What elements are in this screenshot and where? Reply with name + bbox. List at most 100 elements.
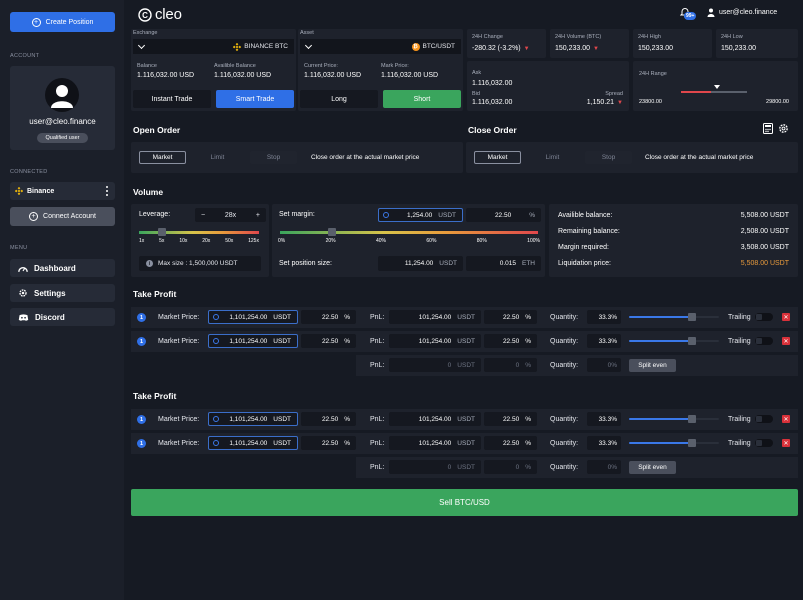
max-size-text: Max size : 1,500,000 USDT <box>158 260 238 267</box>
market-price-percent-input[interactable]: 22.50% <box>301 334 356 348</box>
exchange-select[interactable]: BINANCE BTC <box>133 39 294 54</box>
margin-slider[interactable] <box>280 228 538 236</box>
quantity-input[interactable]: 33.3% <box>587 310 621 324</box>
quantity-slider-thumb[interactable] <box>688 337 696 345</box>
margin-slider-thumb[interactable] <box>327 228 336 236</box>
logo[interactable]: C cleo <box>138 6 182 23</box>
summary-pnl-percent: 0% <box>484 460 537 474</box>
close-icon[interactable]: ✕ <box>782 415 790 423</box>
quantity-input[interactable]: 33.3% <box>587 334 621 348</box>
quantity-slider[interactable] <box>629 337 719 345</box>
connected-exchange-binance[interactable]: Binance <box>10 182 115 200</box>
margin-percent-input[interactable]: 22.50 % <box>466 208 541 222</box>
quantity-slider-thumb[interactable] <box>688 439 696 447</box>
quantity-label: Quantity: <box>550 314 579 321</box>
open-order-tab-market[interactable]: Market <box>139 151 186 164</box>
position-size-unit: USDT <box>439 260 457 267</box>
quantity-slider-thumb[interactable] <box>688 415 696 423</box>
close-order-tab-stop[interactable]: Stop <box>585 151 632 164</box>
open-order-tab-stop[interactable]: Stop <box>250 151 297 164</box>
leverage-panel: Leverage: − 28x + 1x 5x 10x 20x 50x 125x… <box>131 204 269 277</box>
summary-pnl: 0 USDT <box>389 460 481 474</box>
notification-button[interactable]: 99+ <box>679 7 697 20</box>
summary-pnl: 0 USDT <box>389 358 481 372</box>
menu-item-discord[interactable]: Discord <box>10 308 115 326</box>
avatar[interactable] <box>45 78 79 112</box>
open-order-tab-limit[interactable]: Limit <box>194 151 241 164</box>
split-even-button[interactable]: Split even <box>629 461 676 474</box>
market-price-input[interactable]: 1,101,254.00 USDT <box>208 334 298 348</box>
balance-value: 1.116,032.00 USD <box>137 72 195 79</box>
quantity-label: Quantity: <box>550 338 579 345</box>
margin-value: 1,254.00 <box>406 211 433 219</box>
menu-item-settings[interactable]: Settings <box>10 284 115 302</box>
trailing-toggle[interactable] <box>755 439 773 447</box>
smart-trade-tab[interactable]: Smart Trade <box>216 90 294 108</box>
pnl-input[interactable]: 101,254.00 USDT <box>389 310 481 324</box>
bid-label: Bid <box>472 91 480 97</box>
market-price-percent-input[interactable]: 22.50% <box>301 412 356 426</box>
pnl-input[interactable]: 101,254.00 USDT <box>389 436 481 450</box>
bid-value: 1.116,032.00 <box>472 99 513 106</box>
quantity-slider[interactable] <box>629 439 719 447</box>
market-price-input[interactable]: 1,101,254.00 USDT <box>208 310 298 324</box>
pnl-percent-input[interactable]: 22.50% <box>484 310 537 324</box>
market-price-percent-input[interactable]: 22.50% <box>301 310 356 324</box>
quantity-input[interactable]: 33.3% <box>587 436 621 450</box>
more-vertical-icon[interactable] <box>106 186 108 196</box>
available-balance-label: Availible Balance <box>214 63 256 69</box>
leverage-stepper[interactable]: − 28x + <box>195 208 266 222</box>
close-order-tab-limit[interactable]: Limit <box>529 151 576 164</box>
margin-input[interactable]: 1,254.00 USDT <box>378 208 463 222</box>
menu-item-dashboard[interactable]: Dashboard <box>10 259 115 277</box>
quantity-slider-thumb[interactable] <box>688 313 696 321</box>
position-size-input[interactable]: 11,254.00 USDT <box>378 256 463 271</box>
close-order-tab-market[interactable]: Market <box>474 151 521 164</box>
leverage-value: 28x <box>224 211 237 219</box>
pnl-input[interactable]: 101,254.00 USDT <box>389 334 481 348</box>
row-number-badge: 1 <box>137 313 146 322</box>
close-icon[interactable]: ✕ <box>782 337 790 345</box>
minus-icon[interactable]: − <box>201 212 205 219</box>
close-icon[interactable]: ✕ <box>782 439 790 447</box>
long-button[interactable]: Long <box>300 90 378 108</box>
split-even-button[interactable]: Split even <box>629 359 676 372</box>
close-icon[interactable]: ✕ <box>782 313 790 321</box>
pnl-percent-input[interactable]: 22.50% <box>484 436 537 450</box>
instant-trade-tab[interactable]: Instant Trade <box>133 90 211 108</box>
position-eth-input[interactable]: 0.015 ETH <box>466 256 541 271</box>
leverage-slider-thumb[interactable] <box>157 228 166 236</box>
available-balance-summary-label: Availible balance: <box>558 212 613 219</box>
market-price-unit: USDT <box>273 337 291 345</box>
plus-icon[interactable]: + <box>256 212 260 219</box>
leverage-slider[interactable] <box>139 228 259 236</box>
trailing-toggle[interactable] <box>755 415 773 423</box>
spread-label: Spread <box>605 91 623 97</box>
pnl-percent-input[interactable]: 22.50% <box>484 412 537 426</box>
available-balance-value: 1.116,032.00 USD <box>214 72 272 79</box>
market-price-percent-input[interactable]: 22.50% <box>301 436 356 450</box>
user-menu[interactable]: user@cleo.finance <box>707 8 777 17</box>
market-price-input[interactable]: 1,101,254.00 USDT <box>208 436 298 450</box>
menu-item-label: Dashboard <box>34 263 76 273</box>
trailing-toggle[interactable] <box>755 313 773 321</box>
chevron-down-icon <box>137 41 146 49</box>
create-position-button[interactable]: + Create Position <box>10 12 115 32</box>
sell-button[interactable]: Sell BTC/USD <box>131 489 798 516</box>
trailing-toggle[interactable] <box>755 337 773 345</box>
market-price-input[interactable]: 1,101,254.00 USDT <box>208 412 298 426</box>
quantity-input[interactable]: 33.3% <box>587 412 621 426</box>
quantity-slider[interactable] <box>629 313 719 321</box>
quantity-slider[interactable] <box>629 415 719 423</box>
margin-panel: Set margin: 1,254.00 USDT 22.50 % 0% 20%… <box>272 204 545 277</box>
margin-percent: 22.50 <box>494 211 512 219</box>
market-price-value: 1,101,254.00 <box>229 415 268 423</box>
asset-select[interactable]: ₿ BTC/USDT <box>300 39 461 54</box>
short-button[interactable]: Short <box>383 90 461 108</box>
pnl-percent-input[interactable]: 22.50% <box>484 334 537 348</box>
settings-gear-icon[interactable] <box>778 123 789 136</box>
calculator-icon[interactable] <box>763 123 773 136</box>
summary-pnl-unit: USDT <box>457 463 475 471</box>
connect-account-button[interactable]: + Connect Account <box>10 207 115 226</box>
pnl-input[interactable]: 101,254.00 USDT <box>389 412 481 426</box>
